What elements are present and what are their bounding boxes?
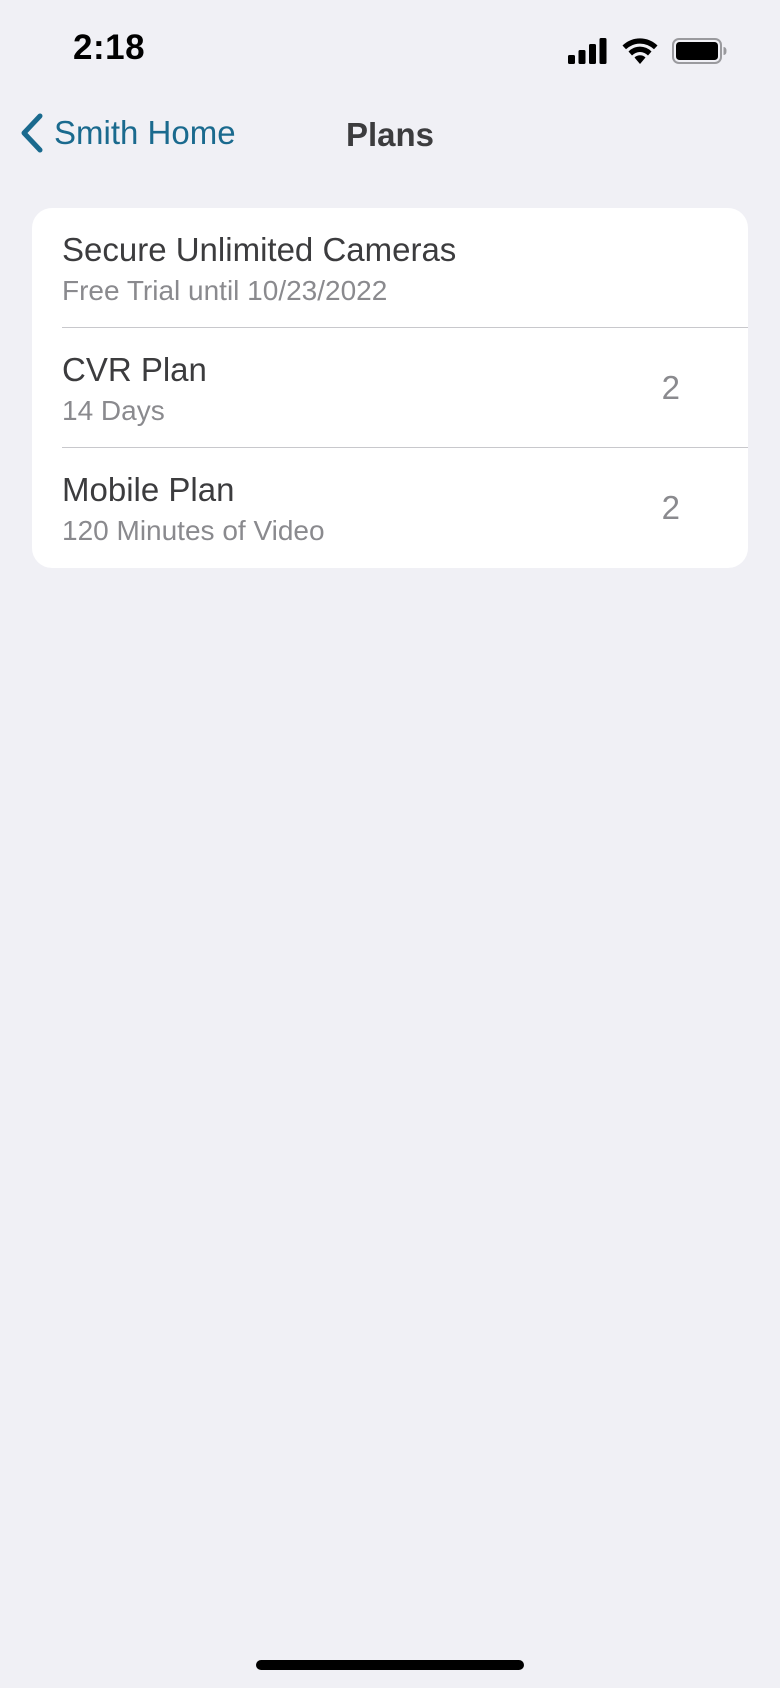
status-icons bbox=[568, 38, 728, 69]
back-button-label: Smith Home bbox=[54, 114, 236, 151]
status-time: 2:18 bbox=[73, 28, 146, 67]
battery-icon bbox=[672, 38, 728, 69]
plan-row-mobile-plan[interactable]: Mobile Plan 120 Minutes of Video 2 bbox=[32, 448, 748, 568]
home-indicator[interactable] bbox=[256, 1660, 524, 1670]
plan-row-cvr-plan[interactable]: CVR Plan 14 Days 2 bbox=[32, 328, 748, 448]
nav-bar: Plans Smith Home bbox=[0, 104, 780, 160]
plan-detail: Free Trial until 10/23/2022 bbox=[62, 275, 388, 306]
back-button[interactable]: Smith Home bbox=[18, 112, 236, 154]
plans-list: Secure Unlimited Cameras Free Trial unti… bbox=[32, 208, 748, 568]
plan-row-secure-unlimited-cameras[interactable]: Secure Unlimited Cameras Free Trial unti… bbox=[32, 208, 748, 328]
plan-detail: 120 Minutes of Video bbox=[62, 515, 325, 546]
plan-detail: 14 Days bbox=[62, 395, 165, 426]
plan-count: 2 bbox=[661, 489, 680, 526]
cellular-signal-icon bbox=[568, 38, 608, 69]
plan-count: 2 bbox=[661, 369, 680, 406]
plan-name: CVR Plan bbox=[62, 351, 207, 388]
plan-name: Secure Unlimited Cameras bbox=[62, 231, 457, 268]
chevron-left-icon bbox=[18, 112, 46, 154]
wifi-icon bbox=[622, 38, 658, 69]
plan-name: Mobile Plan bbox=[62, 471, 235, 508]
status-bar: 2:18 bbox=[0, 0, 780, 104]
